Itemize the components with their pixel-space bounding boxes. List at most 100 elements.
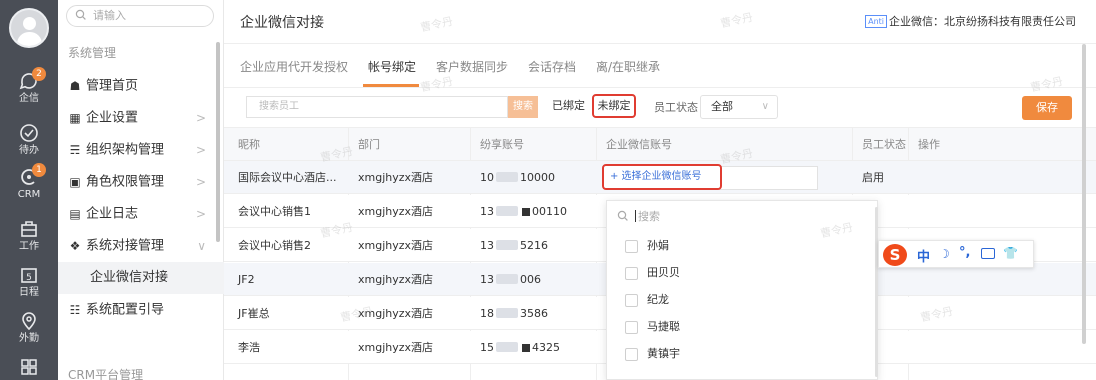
page-title: 企业微信对接 — [240, 15, 324, 31]
org-chart-icon: ☴ — [69, 143, 81, 157]
redaction-block — [522, 208, 530, 216]
account-prefix: 13 — [480, 273, 494, 286]
rail-item-apps[interactable] — [0, 356, 58, 380]
avatar[interactable] — [9, 8, 49, 48]
account-prefix: 13 — [480, 205, 494, 218]
col-header-fx-account: 纷享账号 — [480, 138, 524, 151]
log-icon: ▤ — [69, 207, 81, 221]
checkbox[interactable] — [625, 348, 638, 361]
chevron-right-icon: > — [195, 207, 206, 221]
svg-text:5: 5 — [26, 273, 32, 283]
menu-search-input[interactable]: 请输入 — [66, 5, 214, 27]
account-suffix: 10000 — [520, 171, 555, 184]
account-prefix: 15 — [480, 341, 494, 354]
chevron-down-icon: ∨ — [761, 101, 769, 112]
cell-nickname: JF崔总 — [238, 307, 270, 320]
table-header: 昵称 部门 纷享账号 企业微信账号 员工状态 操作 — [224, 127, 1096, 161]
redaction-blur — [496, 172, 518, 182]
dropdown-scrollbar[interactable] — [875, 207, 878, 377]
dropdown-option[interactable]: 马捷聪 — [625, 318, 680, 338]
redaction-blur — [496, 206, 518, 216]
menu-item-label: 企业微信对接 — [90, 270, 169, 285]
chevron-right-icon: > — [195, 175, 206, 189]
menu-item-label: 企业日志 — [86, 206, 139, 222]
rail-item-calendar[interactable]: 5 日程 — [0, 264, 58, 304]
cell-fx-account: 13 006 — [480, 263, 541, 296]
menu-item-integration[interactable]: ❖ 系统对接管理 ∨ — [58, 230, 224, 262]
search-icon — [617, 210, 628, 221]
keyboard-icon[interactable] — [981, 248, 995, 259]
cell-fx-account: 13 00110 — [480, 195, 567, 228]
menu-item-company-settings[interactable]: ▦ 企业设置 > — [58, 102, 224, 134]
link-icon: ❖ — [69, 239, 81, 253]
apps-grid-icon — [21, 359, 37, 375]
checkbox[interactable] — [625, 267, 638, 280]
col-header-wx-account: 企业微信账号 — [606, 138, 672, 151]
main-scrollbar[interactable] — [1082, 44, 1086, 344]
checkbox[interactable] — [625, 321, 638, 334]
rail-item-work[interactable]: 工作 — [0, 218, 58, 258]
rail-label-field: 外勤 — [19, 333, 39, 344]
menu-item-label: 企业设置 — [86, 110, 139, 126]
dropdown-option[interactable]: 孙娟 — [625, 237, 669, 257]
col-header-action: 操作 — [918, 138, 940, 151]
cell-fx-account: 13 5216 — [480, 229, 548, 262]
checkbox[interactable] — [625, 240, 638, 253]
tab-account-binding[interactable]: 帐号绑定 — [368, 58, 416, 75]
bound-filter-button[interactable]: 已绑定 — [552, 96, 585, 116]
menu-item-config-guide[interactable]: ☷ 系统配置引导 — [58, 294, 224, 326]
menu-section-title: 系统管理 — [68, 46, 117, 60]
menu-item-org[interactable]: ☴ 组织架构管理 > — [58, 134, 224, 166]
cell-dept: xmgjhyzx酒店 — [358, 239, 434, 252]
watermark: 曹令丹 — [419, 74, 455, 95]
account-suffix: 3586 — [520, 307, 548, 320]
redaction-blur — [496, 274, 518, 284]
tab-chat-archive[interactable]: 会话存档 — [528, 58, 576, 75]
check-circle-icon — [20, 124, 38, 142]
ime-toolbar[interactable]: S 中 ☽ °, 👕 — [878, 240, 1034, 268]
ime-mode-toggle[interactable]: 中 — [917, 246, 930, 265]
menu-scrollbar[interactable] — [216, 42, 220, 242]
employee-search-input[interactable]: 搜索员工 — [246, 96, 508, 118]
redaction-blur — [496, 308, 518, 318]
cell-dept: xmgjhyzx酒店 — [358, 273, 434, 286]
employee-status-select[interactable]: 全部 ∨ — [700, 95, 778, 119]
search-icon — [75, 9, 86, 20]
rail-item-todo[interactable]: 待办 — [0, 122, 58, 162]
dropdown-search-placeholder: 搜索 — [638, 210, 660, 223]
dropdown-option[interactable]: 田贝贝 — [625, 264, 680, 284]
rail-badge-crm: 1 — [32, 163, 46, 177]
calendar-icon: 5 — [21, 268, 37, 283]
chevron-right-icon: > — [195, 111, 206, 125]
company-tag: Anti — [865, 15, 887, 28]
menu-search-placeholder: 请输入 — [93, 9, 126, 22]
dropdown-option[interactable]: 纪龙 — [625, 291, 669, 311]
moon-icon[interactable]: ☽ — [939, 247, 950, 261]
rail-label-calendar: 日程 — [19, 287, 39, 298]
config-guide-icon: ☷ — [69, 303, 81, 317]
dropdown-option[interactable]: 黄镇宇 — [625, 345, 680, 365]
tab-succession[interactable]: 离/在职继承 — [596, 58, 660, 75]
checkbox[interactable] — [625, 294, 638, 307]
menu-item-logs[interactable]: ▤ 企业日志 > — [58, 198, 224, 230]
cell-nickname: 会议中心销售1 — [238, 205, 311, 218]
icon-rail: 2 企信 待办 1 CRM 工作 5 日程 外勤 — [0, 0, 58, 380]
rail-item-crm[interactable]: 1 CRM — [0, 163, 58, 206]
rail-item-field[interactable]: 外勤 — [0, 310, 58, 350]
account-prefix: 10 — [480, 171, 494, 184]
select-wx-account-button[interactable]: + 选择企业微信账号 — [602, 164, 722, 190]
tab-app-dev-auth[interactable]: 企业应用代开发授权 — [240, 58, 348, 75]
unbound-filter-button[interactable]: 未绑定 — [592, 94, 636, 118]
sogou-logo-icon[interactable]: S — [883, 244, 907, 266]
cell-fx-account: 10 10000 — [480, 161, 555, 194]
menu-item-roles[interactable]: ▣ 角色权限管理 > — [58, 166, 224, 198]
skin-icon[interactable]: 👕 — [1003, 246, 1018, 260]
menu-item-label: 组织架构管理 — [86, 142, 165, 158]
menu-item-wecom[interactable]: 企业微信对接 — [58, 262, 224, 294]
rail-item-qixin[interactable]: 2 企信 — [0, 67, 58, 110]
search-button[interactable]: 搜索 — [508, 96, 538, 118]
menu-item-home[interactable]: ☗ 管理首页 — [58, 70, 224, 102]
main-panel: 企业微信对接 Anti 企业微信：北京纷扬科技有限责任公司 企业应用代开发授权 帐… — [224, 0, 1096, 380]
save-button[interactable]: 保存 — [1022, 96, 1072, 120]
punctuation-icon[interactable]: °, — [959, 245, 970, 260]
